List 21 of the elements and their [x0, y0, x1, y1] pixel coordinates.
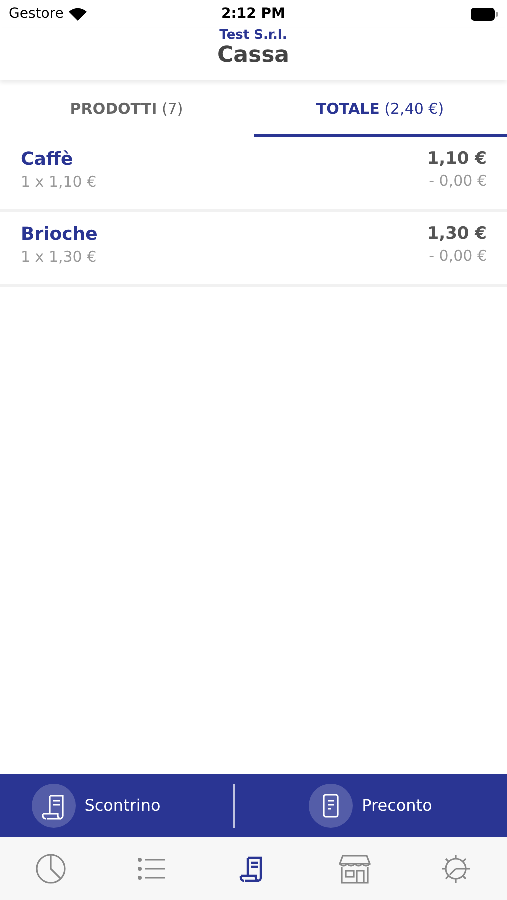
pie-chart-icon[interactable] [34, 852, 67, 884]
clock-time: 2:12 PM [222, 6, 286, 22]
pre-bill-button[interactable]: Preconto [234, 784, 507, 828]
line-total: 1,10 € [427, 149, 487, 169]
product-name: Caffè [21, 149, 74, 170]
carrier-name: Gestore [9, 6, 64, 22]
quantity-price: 1 x 1,10 € [21, 173, 97, 191]
document-icon [309, 784, 354, 828]
discount-amount: - 0,00 € [429, 172, 487, 190]
line-total: 1,30 € [427, 224, 487, 244]
page-title: Cassa [217, 43, 290, 68]
quantity-price: 1 x 1,30 € [21, 248, 97, 266]
receipt-icon [32, 784, 76, 828]
wifi-icon [68, 8, 87, 20]
store-icon[interactable] [338, 852, 371, 884]
company-name: Test S.r.l. [220, 28, 288, 43]
battery-icon [470, 8, 498, 20]
settings-icon[interactable] [440, 852, 472, 884]
discount-amount: - 0,00 € [429, 247, 487, 265]
product-name: Brioche [21, 224, 98, 245]
receipt-button[interactable]: Scontrino [0, 784, 232, 828]
